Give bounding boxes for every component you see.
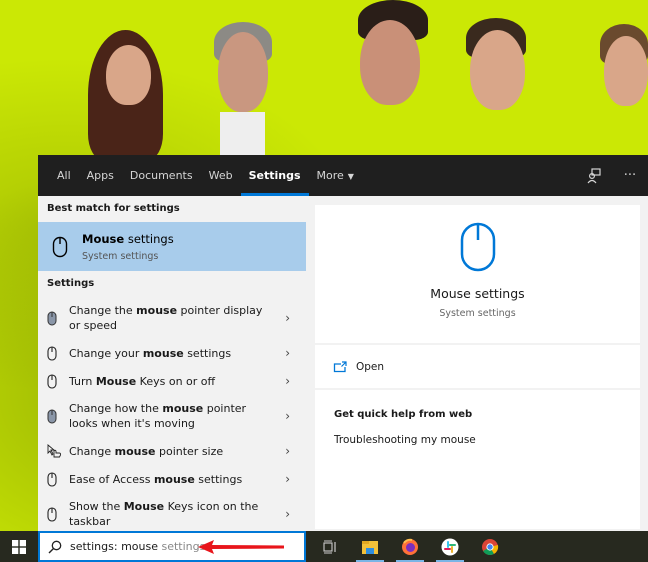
wallpaper-figure (470, 30, 525, 110)
chrome-icon (482, 538, 499, 555)
ellipsis-icon: ··· (623, 168, 637, 183)
feedback-person-icon (587, 167, 601, 183)
settings-result-label: Change mouse pointer size (69, 444, 224, 458)
settings-result-item[interactable]: Ease of Access mouse settings › (38, 465, 306, 493)
firefox-icon (402, 538, 418, 555)
settings-result-item[interactable]: Show the Mouse Keys icon on the taskbar › (38, 493, 306, 535)
wallpaper-figure (106, 45, 151, 105)
tab-apps[interactable]: Apps (79, 155, 122, 196)
tab-documents[interactable]: Documents (122, 155, 201, 196)
mouse-filled-icon (47, 409, 69, 424)
settings-result-label: Change how the mouse pointer looks when … (69, 402, 247, 430)
windows-logo-icon (12, 539, 26, 554)
mouse-large-icon (460, 222, 495, 272)
wallpaper-figure (604, 36, 648, 106)
file-explorer-icon (362, 540, 378, 554)
tab-web[interactable]: Web (201, 155, 241, 196)
mouse-filled-icon (47, 311, 69, 326)
settings-result-item[interactable]: Change the mouse pointer display or spee… (38, 297, 306, 339)
settings-result-item[interactable]: Turn Mouse Keys on or off › (38, 367, 306, 395)
quick-help-heading: Get quick help from web (334, 409, 473, 420)
quick-help-section: Get quick help from web Troubleshooting … (315, 390, 640, 529)
settings-result-label: Turn Mouse Keys on or off (69, 374, 216, 388)
search-tabs-bar: All Apps Documents Web Settings More ▼ ··… (38, 155, 648, 196)
file-explorer-button[interactable] (350, 531, 390, 562)
preview-title: Mouse settings (430, 286, 525, 301)
mouse-outline-icon (47, 506, 69, 522)
chevron-right-icon[interactable]: › (285, 507, 290, 521)
caret-down-icon: ▼ (347, 172, 354, 181)
search-panel: All Apps Documents Web Settings More ▼ ··… (38, 155, 648, 531)
settings-result-item[interactable]: Change your mouse settings › (38, 339, 306, 367)
search-query: settings: mouse settings (70, 540, 206, 553)
chevron-right-icon[interactable]: › (285, 346, 290, 360)
tab-all[interactable]: All (38, 155, 79, 196)
task-view-icon (323, 540, 336, 553)
feedback-button[interactable] (576, 155, 612, 196)
best-match-heading: Best match for settings (47, 203, 180, 214)
mouse-outline-icon (52, 236, 68, 257)
open-external-icon (333, 360, 347, 372)
mouse-outline-icon (47, 471, 69, 487)
firefox-button[interactable] (390, 531, 430, 562)
chrome-button[interactable] (470, 531, 510, 562)
wallpaper-figure (360, 20, 420, 105)
search-icon (48, 540, 62, 553)
chevron-right-icon[interactable]: › (285, 409, 290, 423)
tab-settings[interactable]: Settings (240, 155, 309, 196)
settings-result-label: Show the Mouse Keys icon on the taskbar (69, 500, 259, 528)
best-match-subtitle: System settings (82, 250, 159, 262)
best-match-title: Mouse settings (82, 231, 174, 246)
chevron-right-icon[interactable]: › (285, 311, 290, 325)
open-button[interactable]: Open (315, 345, 640, 388)
open-label: Open (356, 360, 385, 373)
tab-more[interactable]: More ▼ (309, 155, 362, 196)
more-options-button[interactable]: ··· (612, 155, 648, 196)
task-view-button[interactable] (310, 531, 350, 562)
settings-result-label: Change your mouse settings (69, 346, 232, 360)
preview-subtitle: System settings (439, 308, 516, 319)
settings-result-label: Ease of Access mouse settings (69, 472, 243, 486)
wallpaper-figure (218, 32, 268, 112)
preview-pane: Mouse settings System settings Open Get … (315, 205, 640, 531)
start-button[interactable] (0, 531, 38, 562)
settings-heading: Settings (47, 278, 95, 289)
annotation-arrow (198, 540, 284, 554)
troubleshooting-link[interactable]: Troubleshooting my mouse (334, 434, 476, 446)
chevron-right-icon[interactable]: › (285, 374, 290, 388)
taskbar: settings: mouse settings (0, 531, 648, 562)
chevron-right-icon[interactable]: › (285, 444, 290, 458)
slack-icon (441, 538, 459, 555)
settings-result-label: Change the mouse pointer display or spee… (69, 304, 263, 332)
best-match-item[interactable]: Mouse settings System settings (38, 222, 306, 271)
mouse-outline-icon (47, 373, 69, 389)
pointer-hand-icon (47, 444, 69, 458)
mouse-outline-icon (47, 345, 69, 361)
chevron-right-icon[interactable]: › (285, 472, 290, 486)
results-list: Best match for settings Mouse settings S… (38, 196, 306, 531)
slack-button[interactable] (430, 531, 470, 562)
wallpaper-figure (220, 112, 265, 157)
settings-result-item[interactable]: Change mouse pointer size › (38, 437, 306, 465)
preview-card: Mouse settings System settings (315, 205, 640, 343)
tab-more-label: More (316, 169, 344, 182)
settings-result-item[interactable]: Change how the mouse pointer looks when … (38, 395, 306, 437)
